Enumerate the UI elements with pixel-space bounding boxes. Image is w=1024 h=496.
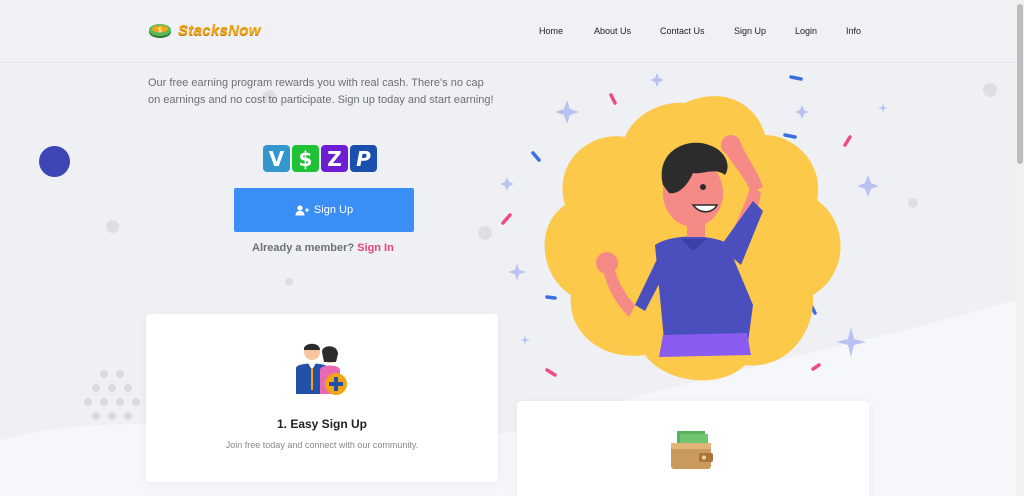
member-prompt: Already a member? Sign In bbox=[252, 242, 394, 254]
hero-intro: Our free earning program rewards you wit… bbox=[148, 77, 494, 106]
svg-text:$: $ bbox=[158, 26, 162, 34]
wallet-cash-icon bbox=[671, 431, 713, 469]
cashapp-icon: $ bbox=[292, 145, 319, 172]
member-text: Already a member? bbox=[252, 242, 355, 254]
feature-card-earn bbox=[517, 401, 869, 496]
page: $ StacksNow Home About Us Contact Us Sig… bbox=[0, 0, 1024, 496]
signup-button-label: Sign Up bbox=[313, 204, 354, 216]
card-description: Join free today and connect with our com… bbox=[225, 440, 419, 450]
signin-link[interactable]: Sign In bbox=[357, 242, 394, 254]
nav-contact-us[interactable]: Contact Us bbox=[660, 26, 705, 36]
feature-card-signup: 1. Easy Sign Up Join free today and conn… bbox=[146, 314, 498, 482]
people-add-icon bbox=[296, 343, 347, 395]
nav-about-us[interactable]: About Us bbox=[594, 26, 631, 36]
decor-dot bbox=[106, 220, 119, 233]
decor-dot bbox=[908, 198, 918, 208]
nav-sign-up[interactable]: Sign Up bbox=[734, 26, 766, 36]
decor-dot bbox=[478, 226, 492, 240]
nav-home[interactable]: Home bbox=[539, 26, 563, 36]
brand-name: StacksNow bbox=[178, 21, 261, 39]
scrollbar-thumb[interactable] bbox=[1017, 4, 1023, 164]
nav-info[interactable]: Info bbox=[846, 26, 861, 36]
scrollbar[interactable] bbox=[1016, 0, 1024, 496]
money-stack-icon: $ bbox=[149, 24, 171, 38]
add-user-icon bbox=[295, 204, 309, 215]
paypal-icon: P bbox=[350, 145, 377, 172]
site-header: $ StacksNow Home About Us Contact Us Sig… bbox=[0, 0, 1016, 63]
signup-button[interactable]: Sign Up bbox=[234, 188, 414, 232]
venmo-icon: V bbox=[263, 145, 290, 172]
brand-logo[interactable]: $ StacksNow bbox=[148, 20, 261, 40]
nav-login[interactable]: Login bbox=[795, 26, 817, 36]
decor-dot bbox=[285, 278, 293, 286]
zelle-icon: Z bbox=[321, 145, 348, 172]
celebrating-man-illustration bbox=[500, 73, 888, 381]
card-title: 1. Easy Sign Up bbox=[276, 417, 368, 431]
decor-dot bbox=[983, 83, 997, 97]
decor-circle-left bbox=[39, 146, 70, 177]
payment-methods: V $ Z P bbox=[263, 145, 377, 172]
